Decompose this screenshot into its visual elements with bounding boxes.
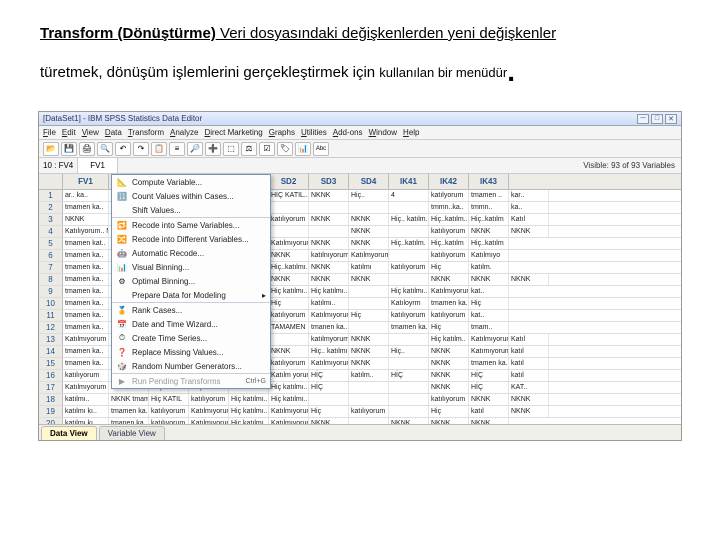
goto-value[interactable]: FV1 xyxy=(77,158,118,173)
menu-item[interactable]: 🏅Rank Cases... xyxy=(112,303,270,317)
menu-direct marketing[interactable]: Direct Marketing xyxy=(204,128,262,137)
menu-icon: 📅 xyxy=(116,319,128,329)
menu-item: ▶Run Pending TransformsCtrl+G xyxy=(112,374,270,388)
minimize-button[interactable]: ─ xyxy=(637,114,649,124)
view-tabs: Data View Variable View xyxy=(39,424,681,440)
menu-icon: ❓ xyxy=(116,347,128,357)
menu-icon: ⏱ xyxy=(116,333,128,343)
menu-view[interactable]: View xyxy=(82,128,99,137)
menu-icon: 📐 xyxy=(116,177,128,187)
close-button[interactable]: ✕ xyxy=(665,114,677,124)
menu-item[interactable]: 🤖Automatic Recode... xyxy=(112,246,270,260)
table-row[interactable]: 18katılmı..NKNK tmamen ka..Hiç KATILkatı… xyxy=(39,394,681,406)
menu-icon: 🔁 xyxy=(116,220,128,230)
menu-transform[interactable]: Transform xyxy=(128,128,164,137)
titlebar: [DataSet1] - IBM SPSS Statistics Data Ed… xyxy=(39,112,681,126)
menu-file[interactable]: File xyxy=(43,128,56,137)
goto-icon[interactable]: 📋 xyxy=(151,142,167,156)
menu-icon xyxy=(116,205,128,215)
menu-icon xyxy=(116,290,128,300)
goto-label: 10 : FV4 xyxy=(39,161,77,170)
col-header[interactable]: SD4 xyxy=(349,174,389,189)
split-icon[interactable]: ⬚ xyxy=(223,142,239,156)
menu-icon: ▶ xyxy=(116,376,128,386)
menu-item[interactable]: 📊Visual Binning... xyxy=(112,260,270,274)
undo-icon[interactable]: ↶ xyxy=(115,142,131,156)
menu-item[interactable]: ⏱Create Time Series... xyxy=(112,331,270,345)
table-row[interactable]: 19katılmı kı..tmamen ka.. tmanen ka..kat… xyxy=(39,406,681,418)
menu-icon: 🏅 xyxy=(116,305,128,315)
menu-item[interactable]: 🔀Recode into Different Variables... xyxy=(112,232,270,246)
menu-data[interactable]: Data xyxy=(105,128,122,137)
menu-help[interactable]: Help xyxy=(403,128,419,137)
abc-icon[interactable]: Abc xyxy=(313,142,329,156)
table-row[interactable]: 20katılmı kı..tmanen ka.. katılıyorumkat… xyxy=(39,418,681,424)
menu-item[interactable]: 📅Date and Time Wizard... xyxy=(112,317,270,331)
caption-text: Transform (Dönüştürme) Veri dosyasındaki… xyxy=(0,0,720,111)
labels-icon[interactable]: 🏷 xyxy=(277,142,293,156)
menu-graphs[interactable]: Graphs xyxy=(269,128,295,137)
menu-edit[interactable]: Edit xyxy=(62,128,76,137)
col-header[interactable]: SD3 xyxy=(309,174,349,189)
col-header[interactable]: FV1 xyxy=(63,174,109,189)
menu-item[interactable]: ⚙Optimal Binning... xyxy=(112,274,270,288)
menu-item[interactable]: 📐Compute Variable... xyxy=(112,175,270,189)
save-icon[interactable]: 💾 xyxy=(61,142,77,156)
menubar: File Edit View Data Transform Analyze Direct M… xyxy=(39,126,681,140)
col-header[interactable]: IK42 xyxy=(429,174,469,189)
menu-icon: 📊 xyxy=(116,262,128,272)
cell-editor: 10 : FV4 FV1 Visible: 93 of 93 Variables xyxy=(39,158,681,174)
redo-icon[interactable]: ↷ xyxy=(133,142,149,156)
menu-add-ons[interactable]: Add-ons xyxy=(333,128,363,137)
menu-icon: 🔀 xyxy=(116,234,128,244)
menu-item[interactable]: Prepare Data for Modeling▸ xyxy=(112,288,270,302)
col-header[interactable]: IK43 xyxy=(469,174,509,189)
tab-data-view[interactable]: Data View xyxy=(41,426,97,440)
window-title: [DataSet1] - IBM SPSS Statistics Data Ed… xyxy=(43,114,635,123)
maximize-button[interactable]: □ xyxy=(651,114,663,124)
menu-icon: 🎲 xyxy=(116,361,128,371)
col-header[interactable]: IK41 xyxy=(389,174,429,189)
print-icon[interactable]: 🖨 xyxy=(79,142,95,156)
spss-window: [DataSet1] - IBM SPSS Statistics Data Ed… xyxy=(38,111,682,441)
menu-analyze[interactable]: Analyze xyxy=(170,128,198,137)
visible-vars: Visible: 93 of 93 Variables xyxy=(577,161,681,170)
menu-window[interactable]: Window xyxy=(369,128,397,137)
menu-item[interactable]: 🔁Recode into Same Variables... xyxy=(112,218,270,232)
menu-icon: 🔢 xyxy=(116,191,128,201)
weight-icon[interactable]: ⚖ xyxy=(241,142,257,156)
recall-icon[interactable]: 🔍 xyxy=(97,142,113,156)
menu-item[interactable]: ❓Replace Missing Values... xyxy=(112,345,270,359)
menu-item[interactable]: 🎲Random Number Generators... xyxy=(112,359,270,373)
tab-variable-view[interactable]: Variable View xyxy=(99,426,165,440)
menu-item[interactable]: 🔢Count Values within Cases... xyxy=(112,189,270,203)
vars-icon[interactable]: ≡ xyxy=(169,142,185,156)
toolbar: 📂 💾 🖨 🔍 ↶ ↷ 📋 ≡ 🔎 ➕ ⬚ ⚖ ☑ 🏷 📊 Abc xyxy=(39,140,681,158)
sets-icon[interactable]: 📊 xyxy=(295,142,311,156)
menu-utilities[interactable]: Utilities xyxy=(301,128,327,137)
insert-icon[interactable]: ➕ xyxy=(205,142,221,156)
transform-menu: 📐Compute Variable...🔢Count Values within… xyxy=(111,174,271,389)
open-icon[interactable]: 📂 xyxy=(43,142,59,156)
menu-item[interactable]: Shift Values... xyxy=(112,203,270,217)
find-icon[interactable]: 🔎 xyxy=(187,142,203,156)
menu-icon: ⚙ xyxy=(116,276,128,286)
menu-icon: 🤖 xyxy=(116,248,128,258)
col-header[interactable]: SD2 xyxy=(269,174,309,189)
select-icon[interactable]: ☑ xyxy=(259,142,275,156)
